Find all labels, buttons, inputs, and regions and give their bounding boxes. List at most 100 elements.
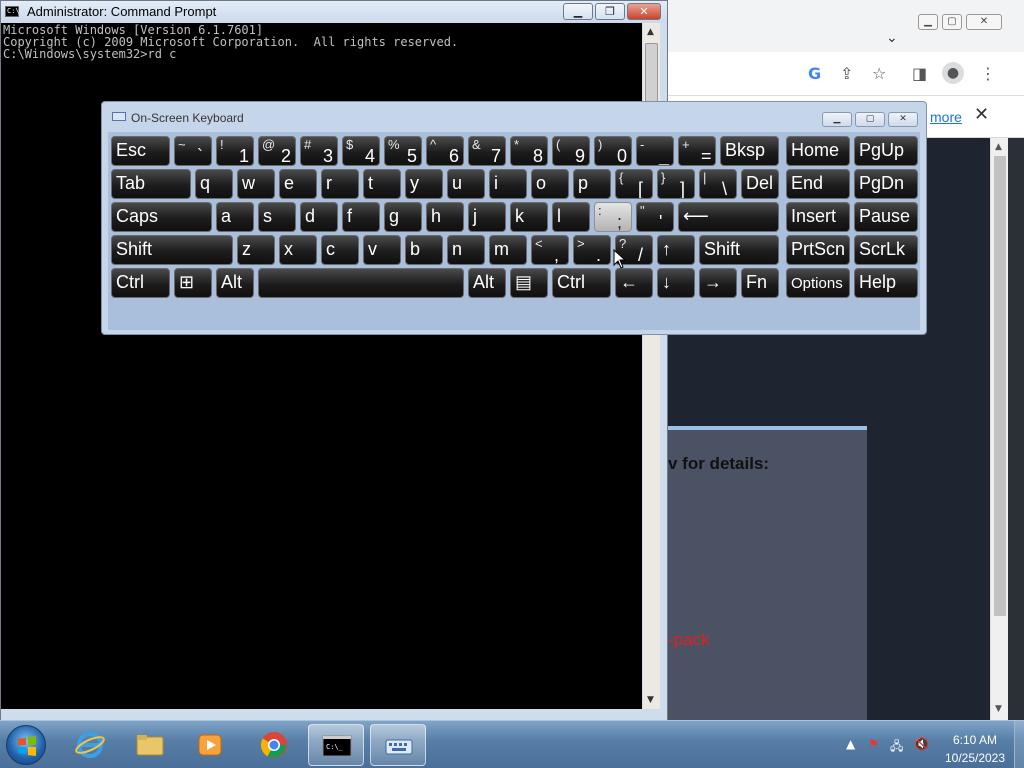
restore-button[interactable]: ❐ xyxy=(595,3,625,20)
more-menu-icon[interactable]: ⋮ xyxy=(980,64,996,83)
key-k[interactable]: k xyxy=(510,202,548,232)
on-screen-keyboard-window[interactable]: On-Screen Keyboard ▁ ▢ ✕ Esc ~ `! 1 @2 #3 $4% 5… xyxy=(101,101,927,335)
key-9[interactable]: (9 xyxy=(552,136,590,166)
key-m[interactable]: m xyxy=(489,235,527,265)
key-delete[interactable]: Del xyxy=(741,169,779,199)
key-4[interactable]: $4 xyxy=(342,136,380,166)
key-alt-right[interactable]: Alt xyxy=(468,268,506,298)
chrome-titlebar[interactable]: ▁ ▢ ✕ ⌄ xyxy=(668,0,1024,52)
key-q[interactable]: q xyxy=(195,169,233,199)
minimize-button[interactable]: ▁ xyxy=(822,112,852,127)
key-u[interactable]: u xyxy=(447,169,485,199)
key-3[interactable]: #3 xyxy=(300,136,338,166)
key-f[interactable]: f xyxy=(342,202,380,232)
key-scrlk[interactable]: ScrLk xyxy=(854,235,918,265)
key-l[interactable]: l xyxy=(552,202,590,232)
start-button[interactable] xyxy=(6,725,46,765)
key-w[interactable]: w xyxy=(237,169,275,199)
key-t[interactable]: t xyxy=(363,169,401,199)
key-7[interactable]: & 7 xyxy=(468,136,506,166)
maximize-button[interactable]: ▢ xyxy=(855,112,885,127)
key-d[interactable]: d xyxy=(300,202,338,232)
clock-date[interactable]: 10/25/2023 xyxy=(942,751,1008,765)
key-up[interactable]: ↑ xyxy=(657,235,695,265)
key-quote[interactable]: " ' xyxy=(636,202,674,232)
key-menu[interactable]: ▤ xyxy=(510,268,548,298)
key-options[interactable]: Options xyxy=(786,268,850,298)
key-shift-right[interactable]: Shift xyxy=(699,235,779,265)
osk-titlebar[interactable]: On-Screen Keyboard ▁ ▢ ✕ xyxy=(102,102,926,130)
key-r[interactable]: r xyxy=(321,169,359,199)
learn-more-link[interactable]: more xyxy=(930,109,962,125)
key-left[interactable]: ← xyxy=(615,268,653,298)
key-pgup[interactable]: PgUp xyxy=(854,136,918,166)
key-e[interactable]: e xyxy=(279,169,317,199)
key-c[interactable]: c xyxy=(321,235,359,265)
action-center-icon[interactable]: ⚑ xyxy=(868,737,879,751)
key-right[interactable]: → xyxy=(699,268,737,298)
key-s[interactable]: s xyxy=(258,202,296,232)
key-home[interactable]: Home xyxy=(786,136,850,166)
key-ctrl-right[interactable]: Ctrl xyxy=(552,268,611,298)
key-end[interactable]: End xyxy=(786,169,850,199)
key-alt-left[interactable]: Alt xyxy=(216,268,254,298)
show-desktop-button[interactable] xyxy=(1014,721,1024,768)
taskbar-on-screen-keyboard[interactable] xyxy=(370,724,426,766)
maximize-icon[interactable]: ▢ xyxy=(942,14,962,30)
cmd-titlebar[interactable]: C:\ Administrator: Command Prompt ▁ ❐ ✕ xyxy=(1,1,667,23)
key-backslash[interactable]: | \ xyxy=(699,169,737,199)
key-pgdn[interactable]: PgDn xyxy=(854,169,918,199)
chrome-scrollbar[interactable]: ▲ ▼ xyxy=(990,138,1008,720)
key-fn[interactable]: Fn xyxy=(741,268,779,298)
key-b[interactable]: b xyxy=(405,235,443,265)
key-down[interactable]: ↓ xyxy=(657,268,695,298)
key-tab[interactable]: Tab xyxy=(111,169,191,199)
key-1[interactable]: ! 1 xyxy=(216,136,254,166)
key-equals[interactable]: + = xyxy=(678,136,716,166)
key-win[interactable]: ⊞ xyxy=(174,268,212,298)
taskbar-command-prompt[interactable]: C:\_ xyxy=(308,724,364,766)
share-icon[interactable]: ⇪ xyxy=(840,64,853,83)
side-panel-icon[interactable]: ◨ xyxy=(912,64,927,83)
volume-muted-icon[interactable]: 🔇 xyxy=(914,737,929,751)
clock-time[interactable]: 6:10 AM xyxy=(944,733,1006,747)
key-j[interactable]: j xyxy=(468,202,506,232)
key-space[interactable] xyxy=(258,268,464,298)
close-icon[interactable]: ✕ xyxy=(974,104,989,125)
key-6[interactable]: ^ 6 xyxy=(426,136,464,166)
key-caps[interactable]: Caps xyxy=(111,202,212,232)
taskbar-chrome[interactable] xyxy=(246,724,302,766)
profile-avatar-icon[interactable]: ● xyxy=(942,62,964,84)
key-a[interactable]: a xyxy=(216,202,254,232)
close-button[interactable]: ✕ xyxy=(888,112,918,127)
key-semicolon[interactable]: :; xyxy=(594,202,632,232)
key-n[interactable]: n xyxy=(447,235,485,265)
minimize-button[interactable]: ▁ xyxy=(563,3,593,20)
key-pause[interactable]: Pause xyxy=(854,202,918,232)
key-o[interactable]: o xyxy=(531,169,569,199)
key-help[interactable]: Help xyxy=(854,268,918,298)
taskbar-file-explorer[interactable] xyxy=(122,724,178,766)
minimize-icon[interactable]: ▁ xyxy=(918,14,938,30)
google-icon[interactable]: G xyxy=(808,64,821,83)
key-x[interactable]: x xyxy=(279,235,317,265)
key-5[interactable]: % 5 xyxy=(384,136,422,166)
key-z[interactable]: z xyxy=(237,235,275,265)
scroll-up-icon[interactable]: ▲ xyxy=(995,142,1002,152)
key-prtscn[interactable]: PrtScn xyxy=(786,235,850,265)
key-8[interactable]: * 8 xyxy=(510,136,548,166)
key-2[interactable]: @2 xyxy=(258,136,296,166)
key-esc[interactable]: Esc xyxy=(111,136,170,166)
key-period[interactable]: >. xyxy=(573,235,611,265)
key-y[interactable]: y xyxy=(405,169,443,199)
key-backspace[interactable]: Bksp xyxy=(720,136,779,166)
key-ctrl-left[interactable]: Ctrl xyxy=(111,268,170,298)
key-comma[interactable]: <, xyxy=(531,235,569,265)
key-insert[interactable]: Insert xyxy=(786,202,850,232)
key-bracket-left[interactable]: {[ xyxy=(615,169,653,199)
key-tilde[interactable]: ~ ` xyxy=(174,136,212,166)
network-icon[interactable]: 🖧 xyxy=(890,737,903,758)
taskbar-internet-explorer[interactable] xyxy=(62,724,118,766)
key-i[interactable]: i xyxy=(489,169,527,199)
scroll-down-icon[interactable]: ▼ xyxy=(995,704,1002,714)
